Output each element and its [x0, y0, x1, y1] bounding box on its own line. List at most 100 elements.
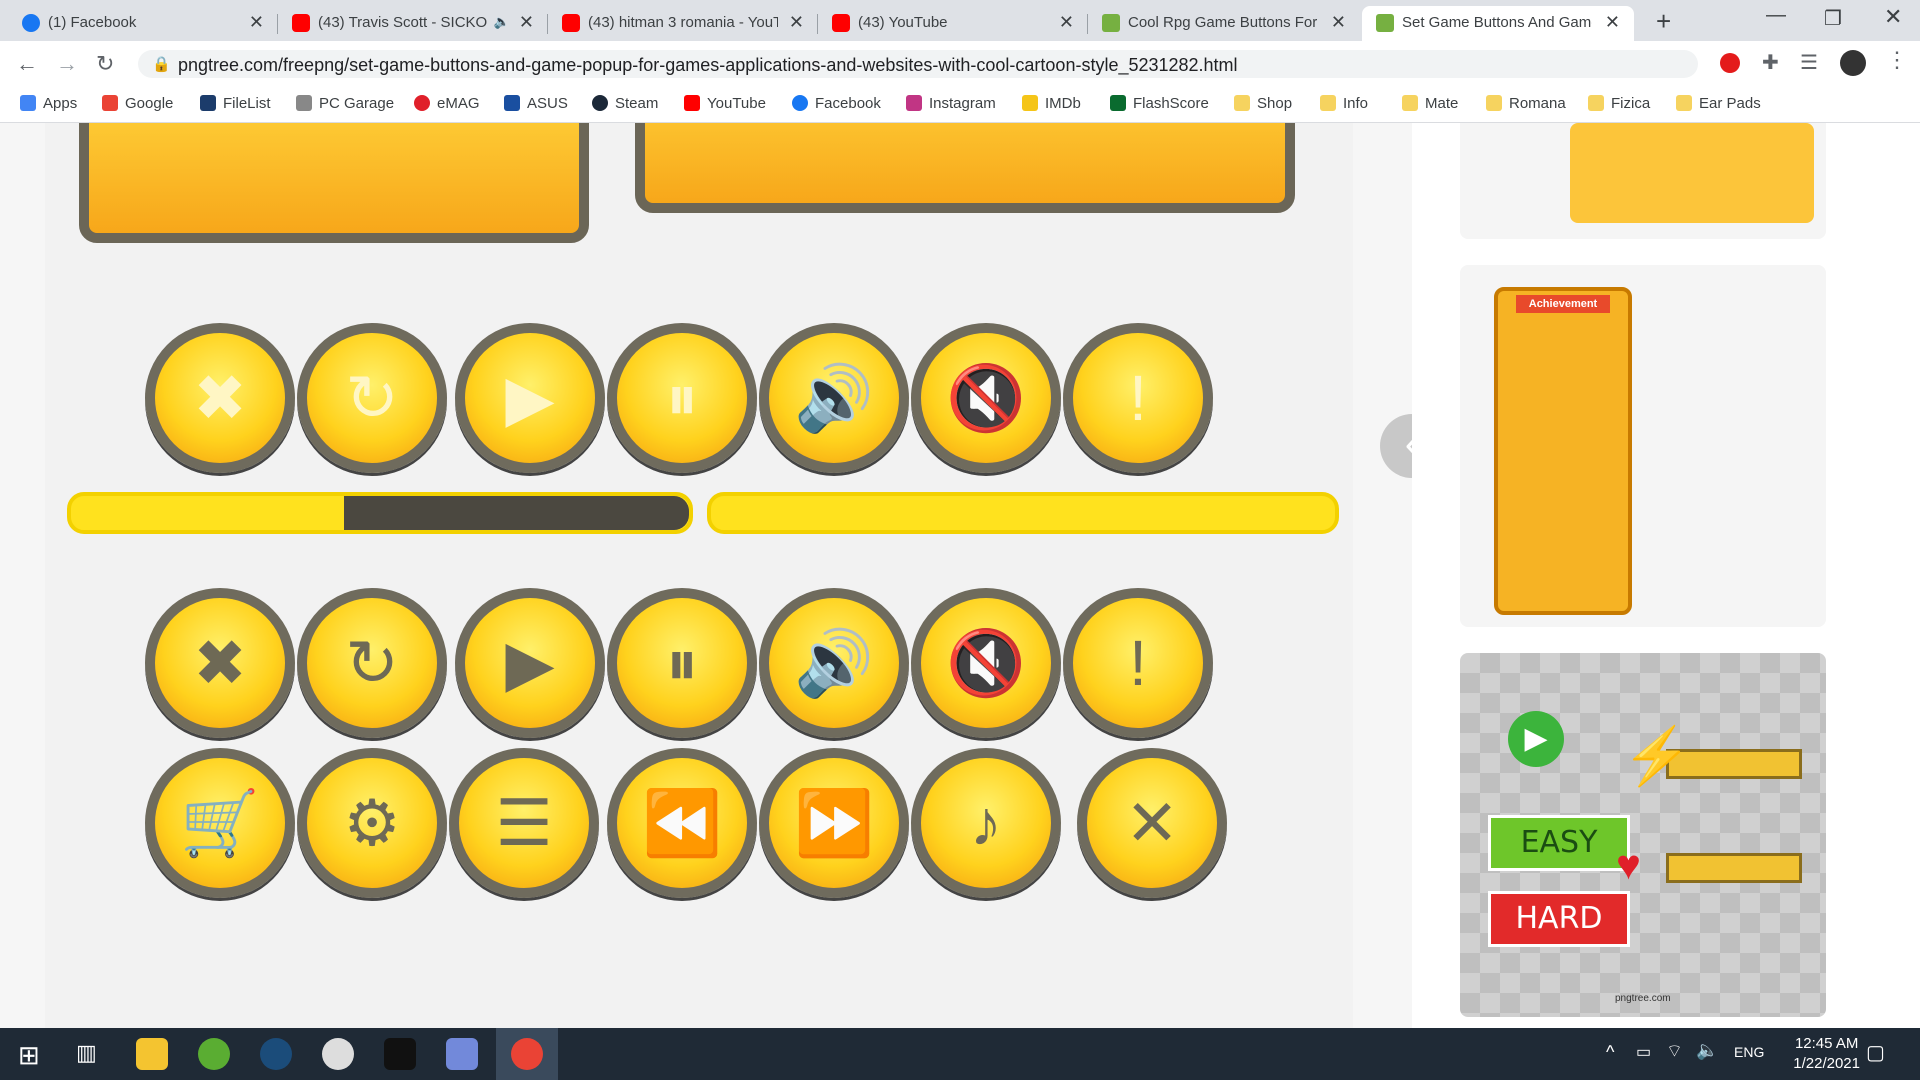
bookmark-label: YouTube [707, 95, 766, 112]
bookmark-filelist[interactable]: FileList [200, 95, 271, 112]
notifications-icon[interactable]: ▢ [1866, 1040, 1885, 1065]
clock[interactable]: 12:45 AM 1/22/2021 [1793, 1034, 1860, 1074]
music-button[interactable]: ♪ [911, 748, 1061, 898]
rewind-button[interactable]: ⏪ [607, 748, 757, 898]
bookmark-apps[interactable]: Apps [20, 95, 77, 112]
close-window-icon[interactable]: ✕ [1884, 4, 1902, 30]
bookmark-pc-garage[interactable]: PC Garage [296, 95, 394, 112]
bookmark-label: Google [125, 95, 174, 112]
speaker-icon[interactable]: 🔈 [494, 14, 510, 30]
pause-button[interactable]: ⏸ [607, 323, 757, 473]
tab-title: Set Game Buttons And Game [1402, 14, 1592, 31]
preview-image: ✖ ↻ ▶ ⏸ 🔊 🔇 ! ✖ ↻ ▶ ⏸ 🔊 🔇 ! 🛒 ⚙ ☰ ⏪ ⏩ ♪ … [45, 123, 1353, 1028]
tab-set-game-buttons[interactable]: Set Game Buttons And Game ✕ [1362, 6, 1634, 41]
sound-on-button[interactable]: 🔊 [759, 588, 909, 738]
bookmark-info[interactable]: Info [1320, 95, 1368, 112]
discord-icon[interactable] [446, 1038, 478, 1070]
shop-button[interactable]: 🛒 [145, 748, 295, 898]
address-bar[interactable]: 🔒 pngtree.com/freepng/set-game-buttons-a… [138, 50, 1698, 78]
bookmark-instagram[interactable]: Instagram [906, 95, 996, 112]
bookmark-steam[interactable]: Steam [592, 95, 658, 112]
volume-icon[interactable]: 🔈 [1696, 1040, 1718, 1061]
file-explorer-icon[interactable] [136, 1038, 168, 1070]
reading-list-icon[interactable]: ☰ [1800, 50, 1818, 75]
pngtree-icon [1102, 14, 1120, 32]
bookmark-label: Apps [43, 95, 78, 112]
taskbar-active-app[interactable] [496, 1028, 558, 1080]
bookmark-fizica[interactable]: Fizica [1588, 95, 1650, 112]
related-thumb[interactable]: ▶ EASY HARD ♥ ⚡ pngtree.com [1460, 653, 1826, 1017]
close-icon[interactable]: ✕ [789, 12, 804, 33]
menu-icon[interactable]: ⋮ [1886, 47, 1908, 73]
language-indicator[interactable]: ENG [1734, 1044, 1764, 1060]
minimize-icon[interactable]: — [1766, 4, 1786, 27]
tab-facebook[interactable]: (1) Facebook ✕ [8, 6, 278, 41]
bookmark-asus[interactable]: ASUS [504, 95, 568, 112]
close-button[interactable]: ✖ [145, 588, 295, 738]
close-icon[interactable]: ✕ [519, 12, 534, 33]
bookmark-google[interactable]: Google [102, 95, 173, 112]
close-icon: ✖ [193, 361, 247, 434]
close-icon[interactable]: ✕ [1331, 12, 1346, 33]
tab-youtube[interactable]: (43) YouTube ✕ [818, 6, 1088, 41]
close-icon[interactable]: ✕ [249, 12, 264, 33]
sound-off-button[interactable]: 🔇 [911, 323, 1061, 473]
progress-bar-right [707, 492, 1339, 534]
close-icon[interactable]: ✕ [1605, 12, 1620, 33]
reload-icon[interactable]: ↻ [96, 51, 114, 77]
tab-title: (1) Facebook [48, 14, 137, 31]
bookmark-imdb[interactable]: IMDb [1022, 95, 1081, 112]
tab-travis-scott[interactable]: (43) Travis Scott - SICKO 🔈 ✕ [278, 6, 548, 41]
play-button[interactable]: ▶ [455, 323, 605, 473]
restart-button[interactable]: ↻ [297, 588, 447, 738]
bookmark-youtube[interactable]: YouTube [684, 95, 766, 112]
forward-icon[interactable]: → [56, 51, 78, 77]
sound-on-button[interactable]: 🔊 [759, 323, 909, 473]
epic-games-icon[interactable] [384, 1038, 416, 1070]
windows-start-icon[interactable]: ⊞ [18, 1040, 40, 1071]
youtube-icon [832, 14, 850, 32]
bookmark-facebook[interactable]: Facebook [792, 95, 881, 112]
related-thumb[interactable] [1460, 123, 1826, 239]
bookmark-label: Facebook [815, 95, 881, 112]
opera-icon[interactable] [1720, 53, 1740, 73]
bookmark-ear-pads[interactable]: Ear Pads [1676, 95, 1761, 112]
play-button[interactable]: ▶ [455, 588, 605, 738]
wifi-icon[interactable]: ⌔ [1666, 1040, 1683, 1063]
restore-icon[interactable]: ❐ [1824, 6, 1842, 31]
extensions-icon[interactable]: ✚ [1762, 50, 1779, 75]
close-icon[interactable]: ✕ [1059, 12, 1074, 33]
related-thumb[interactable]: Achievement [1460, 265, 1826, 627]
battery-icon[interactable]: ▭ [1636, 1042, 1651, 1062]
menu-button[interactable]: ☰ [449, 748, 599, 898]
bookmark-romana[interactable]: Romana [1486, 95, 1566, 112]
forward-button[interactable]: ⏩ [759, 748, 909, 898]
settings-button[interactable]: ⚙ [297, 748, 447, 898]
tab-title: (43) hitman 3 romania - YouT [588, 14, 778, 31]
alert-button[interactable]: ! [1063, 588, 1213, 738]
bookmark-mate[interactable]: Mate [1402, 95, 1458, 112]
restart-button[interactable]: ↻ [297, 323, 447, 473]
utorrent-icon[interactable] [198, 1038, 230, 1070]
close-icon: ✖ [193, 626, 247, 699]
instagram-icon [906, 95, 922, 111]
task-view-icon[interactable]: ▥ [76, 1040, 97, 1066]
tab-hitman[interactable]: (43) hitman 3 romania - YouT ✕ [548, 6, 818, 41]
steam-icon[interactable] [260, 1038, 292, 1070]
alert-button[interactable]: ! [1063, 323, 1213, 473]
sound-off-button[interactable]: 🔇 [911, 588, 1061, 738]
music-off-button[interactable]: ✕ [1077, 748, 1227, 898]
avatar[interactable] [1840, 50, 1866, 76]
bookmark-flashscore[interactable]: FlashScore [1110, 95, 1209, 112]
new-tab-icon[interactable]: + [1656, 6, 1671, 37]
pause-button[interactable]: ⏸ [607, 588, 757, 738]
music-off-icon: ✕ [1125, 786, 1179, 859]
achievement-title: Achievement [1516, 295, 1610, 313]
chevron-up-icon[interactable]: ^ [1606, 1042, 1614, 1063]
back-icon[interactable]: ← [16, 51, 38, 77]
uplay-icon[interactable] [322, 1038, 354, 1070]
tab-cool-rpg[interactable]: Cool Rpg Game Buttons For ✕ [1088, 6, 1360, 41]
bookmark-emag[interactable]: eMAG [414, 95, 480, 112]
bookmark-shop[interactable]: Shop [1234, 95, 1292, 112]
close-button[interactable]: ✖ [145, 323, 295, 473]
